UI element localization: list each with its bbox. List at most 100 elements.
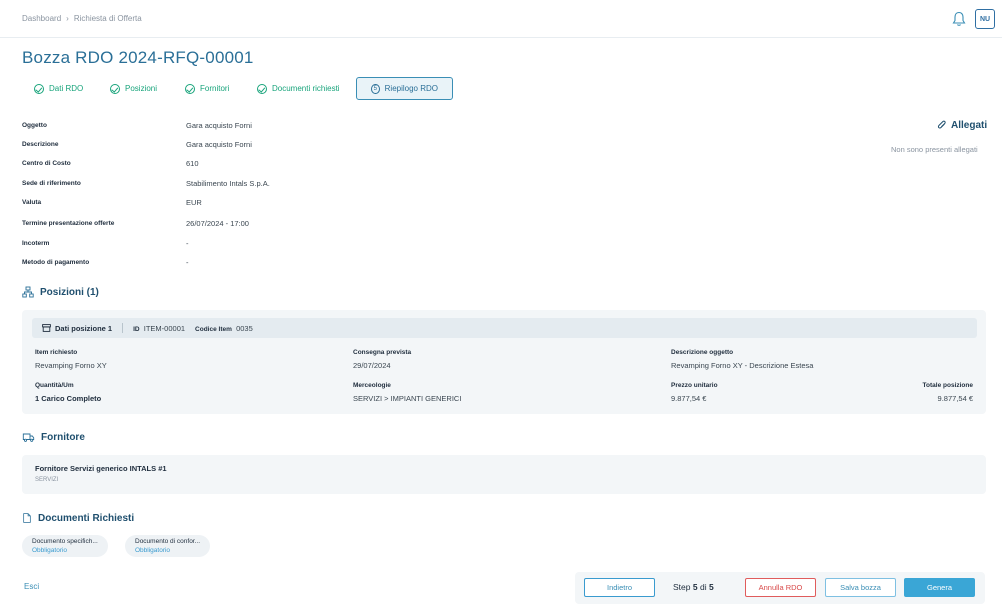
cancel-rdo-button[interactable]: Annulla RDO: [745, 578, 816, 597]
step-of: di: [699, 582, 707, 592]
field-label: Totale posizione: [922, 382, 973, 389]
info-value: 610: [186, 159, 199, 168]
id-label: ID: [133, 325, 140, 333]
top-bar: Dashboard › Richiesta di Offerta NU: [0, 0, 1002, 38]
check-circle-icon: [257, 83, 267, 94]
step-dati-rdo[interactable]: Dati RDO: [22, 77, 95, 100]
descrizione-oggetto: Descrizione oggetto Revamping Forno XY -…: [671, 349, 813, 370]
info-label: Incoterm: [22, 240, 50, 247]
footer-actions: Indietro Step 5 di 5 Annulla RDO Salva b…: [575, 572, 985, 604]
paperclip-icon: [937, 120, 946, 129]
field-label: Item richiesto: [35, 349, 78, 356]
posizione-header-title: Dati posizione 1: [42, 324, 112, 333]
field-value: Revamping Forno XY: [35, 361, 107, 370]
info-label: Valuta: [22, 199, 42, 206]
step-current: 5: [692, 582, 698, 592]
check-circle-icon: [185, 83, 195, 94]
posizione-header: Dati posizione 1 ID ITEM-00001 Codice It…: [32, 318, 977, 338]
info-label: Termine presentazione offerte: [22, 220, 115, 227]
documenti-label: Documenti Richiesti: [38, 512, 135, 524]
fornitore-title: Fornitore: [22, 431, 85, 443]
step-documenti-richiesti[interactable]: Documenti richiesti: [245, 77, 352, 100]
posizioni-label: Posizioni (1): [40, 286, 99, 298]
breadcrumb: Dashboard › Richiesta di Offerta: [22, 14, 142, 23]
truck-icon: [22, 433, 35, 442]
info-value: Gara acquisto Forni: [186, 140, 252, 149]
code-label: Codice Item: [195, 325, 232, 333]
info-value: EUR: [186, 198, 202, 207]
posizione-header-label: Dati posizione 1: [55, 323, 113, 333]
avatar[interactable]: NU: [975, 9, 995, 29]
info-value: Gara acquisto Forni: [186, 121, 252, 130]
info-label: Centro di Costo: [22, 160, 71, 167]
documento-name: Documento di confor...: [135, 538, 201, 545]
check-circle-icon: [110, 83, 120, 94]
field-label: Consegna prevista: [353, 349, 412, 356]
field-label: Quantità/Um: [35, 382, 74, 389]
page-title: Bozza RDO 2024-RFQ-00001: [22, 48, 254, 67]
step-label: Posizioni: [125, 84, 158, 93]
info-label: Oggetto: [22, 122, 47, 129]
info-label: Descrizione: [22, 141, 59, 148]
totale-posizione: Totale posizione 9.877,54 €: [923, 382, 973, 403]
field-value: 9.877,54 €: [937, 394, 973, 403]
quantita-um: Quantità/Um 1 Carico Completo: [35, 382, 101, 403]
step-label: Dati RDO: [49, 84, 84, 93]
field-value: Revamping Forno XY - Descrizione Estesa: [671, 361, 814, 370]
fornitore-name: Fornitore Servizi generico INTALS #1: [35, 464, 167, 473]
fornitore-card: Fornitore Servizi generico INTALS #1 SER…: [22, 455, 986, 494]
step-label: Documenti richiesti: [272, 84, 340, 93]
back-button[interactable]: Indietro: [584, 578, 655, 597]
documento-chip[interactable]: Documento specifich... Obbligatorio: [22, 535, 108, 557]
field-value: 29/07/2024: [353, 361, 391, 370]
field-value: SERVIZI > IMPIANTI GENERICI: [353, 394, 462, 403]
chevron-right-icon: ›: [66, 14, 69, 23]
field-label: Descrizione oggetto: [671, 349, 734, 356]
code-value: 0035: [236, 323, 253, 333]
divider: [122, 323, 124, 333]
posizioni-title: Posizioni (1): [22, 286, 99, 298]
exit-link[interactable]: Esci: [24, 582, 39, 591]
allegati-title: Allegati: [937, 120, 987, 131]
item-richiesto: Item richiesto Revamping Forno XY: [35, 349, 107, 370]
field-label: Merceologie: [353, 382, 391, 389]
id-value: ITEM-00001: [143, 323, 186, 333]
prezzo-unitario: Prezzo unitario 9.877,54 €: [671, 382, 718, 403]
consegna-prevista: Consegna prevista 29/07/2024: [353, 349, 411, 370]
box-icon: [42, 324, 51, 332]
posizione-id: ID ITEM-00001: [133, 324, 185, 333]
fornitore-label: Fornitore: [41, 431, 85, 443]
allegati-empty-text: Non sono presenti allegati: [891, 145, 978, 154]
info-value: 26/07/2024 - 17:00: [186, 219, 249, 228]
save-draft-button[interactable]: Salva bozza: [825, 578, 896, 597]
step-total: 5: [708, 582, 714, 592]
breadcrumb-current: Richiesta di Offerta: [73, 14, 142, 23]
bell-icon[interactable]: [952, 11, 966, 27]
step-posizioni[interactable]: Posizioni: [98, 77, 169, 100]
info-value: -: [186, 239, 189, 248]
step-label: Fornitori: [200, 84, 230, 93]
field-label: Prezzo unitario: [671, 382, 718, 389]
fornitore-category: SERVIZI: [35, 477, 59, 483]
breadcrumb-home[interactable]: Dashboard: [22, 14, 61, 23]
step-label: Riepilogo RDO: [384, 84, 438, 93]
posizione-code: Codice Item 0035: [195, 324, 253, 333]
documento-status: Obbligatorio: [135, 547, 171, 554]
merceologie: Merceologie SERVIZI > IMPIANTI GENERICI: [353, 382, 461, 403]
step-number-icon: 5: [371, 83, 380, 94]
step-riepilogo-rdo[interactable]: 5 Riepilogo RDO: [356, 77, 453, 100]
documenti-title: Documenti Richiesti: [22, 512, 134, 524]
info-label: Sede di riferimento: [22, 180, 81, 187]
step-indicator: Step 5 di 5: [673, 582, 714, 592]
field-value: 9.877,54 €: [671, 394, 707, 403]
info-value: -: [186, 258, 189, 267]
posizione-card: Dati posizione 1 ID ITEM-00001 Codice It…: [22, 310, 986, 414]
document-icon: [23, 513, 31, 523]
documento-chip[interactable]: Documento di confor... Obbligatorio: [125, 535, 211, 557]
info-value: Stabilimento Intals S.p.A.: [186, 179, 270, 188]
step-fornitori[interactable]: Fornitori: [173, 77, 241, 100]
generate-button[interactable]: Genera: [904, 578, 975, 597]
field-value: 1 Carico Completo: [35, 394, 102, 403]
allegati-label: Allegati: [951, 120, 988, 131]
documento-name: Documento specifich...: [32, 538, 98, 545]
